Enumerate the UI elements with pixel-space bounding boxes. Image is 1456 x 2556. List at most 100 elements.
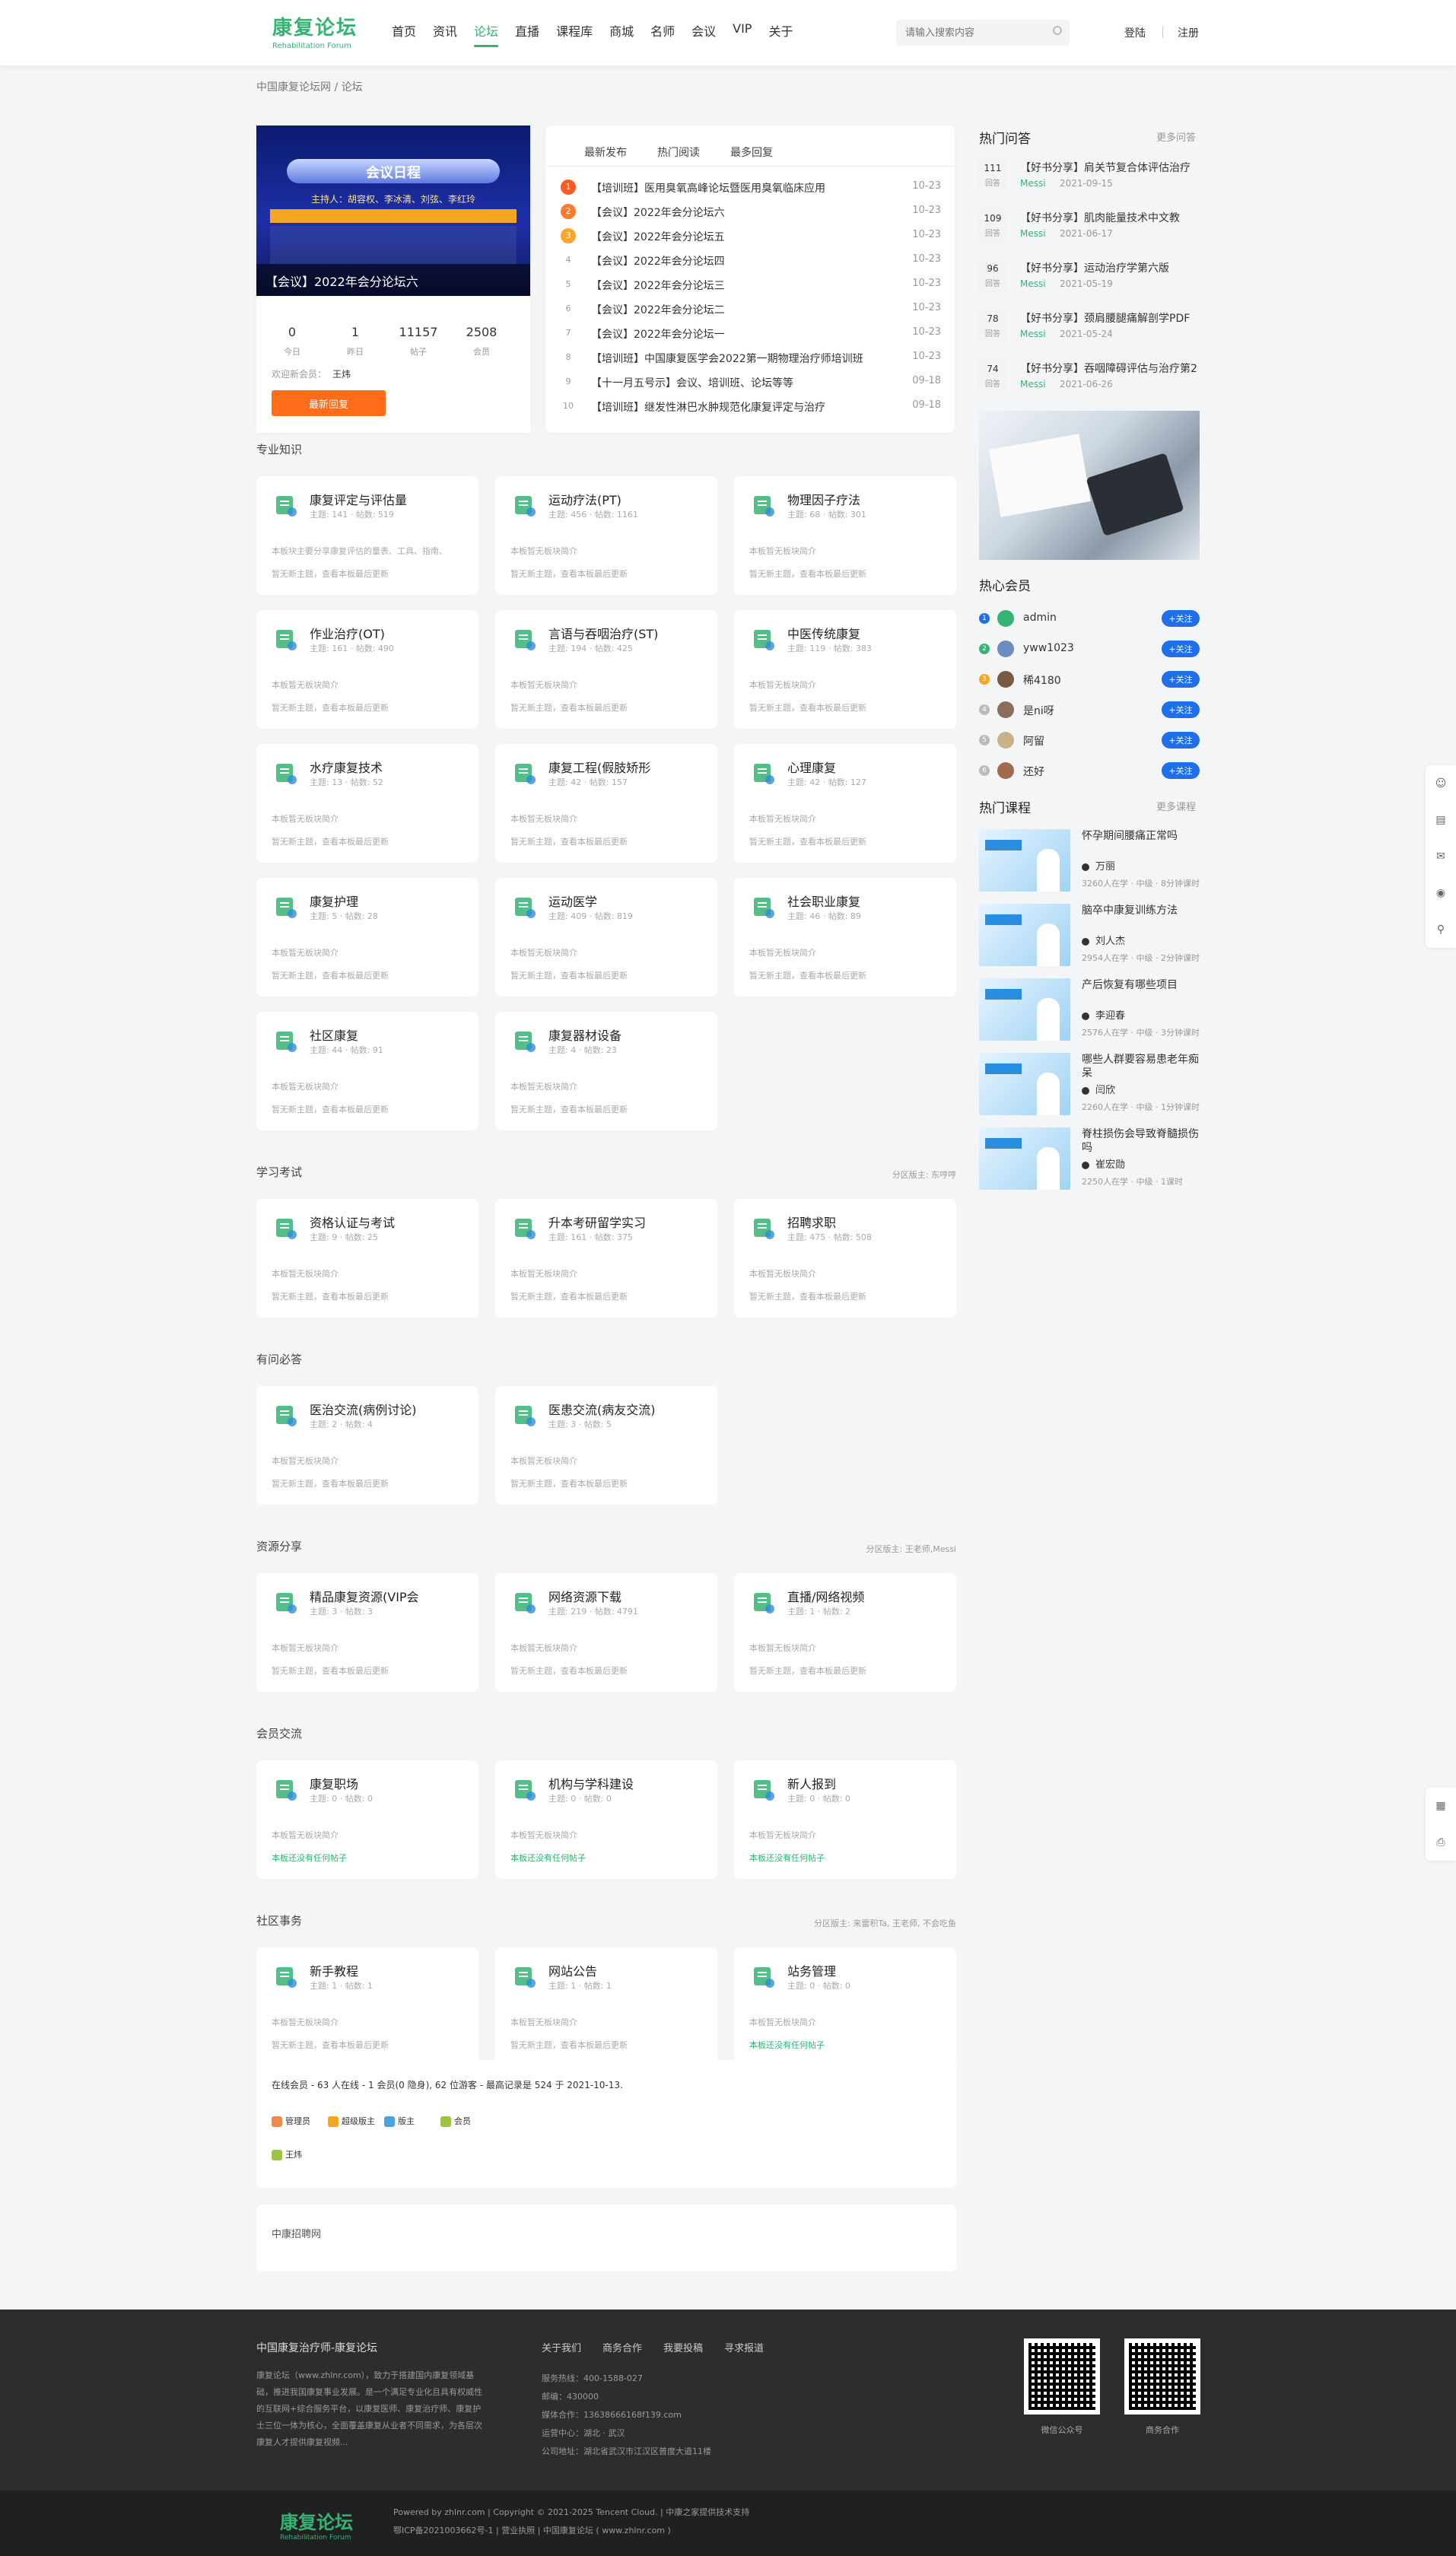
follow-button[interactable]: +关注 (1162, 610, 1200, 627)
forum-last-update[interactable]: 暂无新主题，查看本板最后更新 (510, 1103, 628, 1115)
forum-last-update[interactable]: 暂无新主题，查看本板最后更新 (510, 835, 628, 847)
online-user[interactable]: 王炜 (272, 2148, 302, 2160)
forum-last-update[interactable]: 暂无新主题，查看本板最后更新 (510, 567, 628, 580)
course-item[interactable]: 哪些人群要容易患老年痴呆 闫欣 2260人在学 · 中级 · 1分钟课时 (979, 1053, 1200, 1123)
course-title[interactable]: 脑卒中康复训练方法 (1082, 904, 1200, 917)
forum-last-update[interactable]: 暂无新主题，查看本板最后更新 (272, 701, 389, 714)
forum-card[interactable]: 社区康复 主题: 44 · 帖数: 91 本板暂无板块简介 暂无新主题，查看本板最后更… (256, 1012, 478, 1130)
tab-0[interactable]: 最新发布 (584, 145, 627, 160)
news-item[interactable]: 10 【培训班】继发性淋巴水肿规范化康复评定与治疗 09-18 (561, 396, 941, 420)
forum-card[interactable]: 康复工程(假肢矫形 主题: 42 · 帖数: 157 本板暂无板块简介 暂无新主题，查… (495, 744, 717, 863)
forum-card[interactable]: 资格认证与考试 主题: 9 · 帖数: 25 本板暂无板块简介 暂无新主题，查看本板最… (256, 1199, 478, 1318)
qa-question[interactable]: 【好书分享】肌肉能量技术中文教 (1020, 210, 1180, 225)
member-name[interactable]: admin (1023, 612, 1057, 624)
course-item[interactable]: 怀孕期间腰痛正常吗 万丽 3260人在学 · 中级 · 8分钟课时 (979, 829, 1200, 899)
course-item[interactable]: 脑卒中康复训练方法 刘人杰 2954人在学 · 中级 · 2分钟课时 (979, 904, 1200, 974)
forum-name[interactable]: 康复护理 (310, 892, 358, 910)
news-title[interactable]: 【会议】2022年会分论坛五 (591, 229, 725, 244)
news-item[interactable]: 7 【会议】2022年会分论坛一 10-23 (561, 323, 942, 347)
course-thumbnail[interactable] (979, 829, 1070, 892)
login-link[interactable]: 登陆 (1124, 25, 1146, 40)
qa-user[interactable]: Messi (1020, 228, 1046, 239)
avatar[interactable] (997, 641, 1014, 657)
forum-card[interactable]: 康复护理 主题: 5 · 帖数: 28 本板暂无板块简介 暂无新主题，查看本板最后更新 (256, 878, 478, 997)
follow-button[interactable]: +关注 (1162, 732, 1200, 749)
news-title[interactable]: 【培训班】医用臭氧高峰论坛暨医用臭氧临床应用 (591, 180, 825, 196)
course-thumbnail[interactable] (979, 904, 1070, 966)
forum-card[interactable]: 康复职场 主题: 0 · 帖数: 0 本板暂无板块简介 本板还没有任何帖子 (256, 1760, 478, 1879)
member-name[interactable]: 阿留 (1023, 733, 1044, 749)
forum-last-update[interactable]: 暂无新主题，查看本板最后更新 (510, 1477, 628, 1489)
tab-1[interactable]: 热门阅读 (657, 145, 700, 160)
qa-item[interactable]: 96 回答 【好书分享】运动治疗学第六版 Messi 2021-05-19 (979, 259, 1200, 304)
avatar[interactable] (997, 701, 1014, 718)
qa-item[interactable]: 78 回答 【好书分享】颈肩腰腿痛解剖学PDF Messi 2021-05-24 (979, 309, 1200, 354)
follow-button[interactable]: +关注 (1162, 641, 1200, 657)
forum-last-update[interactable]: 暂无新主题，查看本板最后更新 (510, 701, 628, 714)
qa-user[interactable]: Messi (1020, 379, 1046, 389)
news-title[interactable]: 【培训班】继发性淋巴水肿规范化康复评定与治疗 (591, 399, 825, 415)
forum-card[interactable]: 社会职业康复 主题: 46 · 帖数: 89 本板暂无板块简介 暂无新主题，查看本板最… (734, 878, 956, 997)
qa-question[interactable]: 【好书分享】颈肩腰腿痛解剖学PDF (1020, 310, 1190, 326)
forum-last-update[interactable]: 暂无新主题，查看本板最后更新 (272, 969, 389, 981)
news-item[interactable]: 6 【会议】2022年会分论坛二 10-23 (561, 298, 942, 323)
footer-link[interactable]: 我要投稿 (663, 2340, 703, 2354)
qrcode-icon[interactable]: ▦ (1426, 1788, 1456, 1824)
forum-name[interactable]: 运动疗法(PT) (548, 490, 622, 508)
news-item[interactable]: 9 【十一月五号示】会议、培训班、论坛等等 09-18 (561, 371, 942, 396)
forum-name[interactable]: 物理因子疗法 (787, 490, 860, 508)
news-title[interactable]: 【会议】2022年会分论坛二 (591, 302, 725, 317)
follow-button[interactable]: +关注 (1162, 701, 1200, 718)
forum-card[interactable]: 网站公告 主题: 1 · 帖数: 1 本板暂无板块简介 暂无新主题，查看本板最后更新 (495, 1947, 717, 2066)
qa-user[interactable]: Messi (1020, 178, 1046, 189)
forum-last-update[interactable]: 暂无新主题，查看本板最后更新 (510, 969, 628, 981)
forum-name[interactable]: 直播/网络视频 (787, 1587, 864, 1605)
forum-card[interactable]: 站务管理 主题: 0 · 帖数: 0 本板暂无板块简介 本板还没有任何帖子 (734, 1947, 956, 2066)
forum-name[interactable]: 社会职业康复 (787, 892, 860, 910)
forum-name[interactable]: 心理康复 (787, 758, 836, 776)
nav-item[interactable]: 直播 (515, 21, 539, 47)
footer-link[interactable]: 关于我们 (542, 2340, 581, 2354)
course-title[interactable]: 怀孕期间腰痛正常吗 (1082, 829, 1200, 843)
follow-button[interactable]: +关注 (1162, 762, 1200, 779)
forum-name[interactable]: 新人报到 (787, 1774, 836, 1792)
news-title[interactable]: 【会议】2022年会分论坛一 (591, 326, 725, 342)
qa-question[interactable]: 【好书分享】运动治疗学第六版 (1020, 260, 1169, 275)
print-icon[interactable]: ⎙ (1426, 1824, 1456, 1861)
nav-item[interactable]: 名师 (650, 21, 675, 47)
forum-card[interactable]: 新人报到 主题: 0 · 帖数: 0 本板暂无板块简介 本板还没有任何帖子 (734, 1760, 956, 1879)
nav-item[interactable]: 会议 (691, 21, 716, 47)
course-title[interactable]: 哪些人群要容易患老年痴呆 (1082, 1053, 1200, 1080)
qa-item[interactable]: 109 回答 【好书分享】肌肉能量技术中文教 Messi 2021-06-17 (979, 208, 1200, 254)
follow-button[interactable]: +关注 (1162, 671, 1200, 688)
forum-last-update[interactable]: 暂无新主题，查看本板最后更新 (749, 835, 866, 847)
forum-last-update[interactable]: 暂无新主题，查看本板最后更新 (272, 1477, 389, 1489)
qa-question[interactable]: 【好书分享】肩关节复合体评估治疗 (1020, 160, 1191, 175)
forum-last-update[interactable]: 暂无新主题，查看本板最后更新 (749, 969, 866, 981)
forum-card[interactable]: 机构与学科建设 主题: 0 · 帖数: 0 本板暂无板块简介 本板还没有任何帖子 (495, 1760, 717, 1879)
avatar[interactable] (997, 762, 1014, 779)
register-link[interactable]: 注册 (1178, 25, 1199, 40)
forum-name[interactable]: 网络资源下载 (548, 1587, 622, 1605)
member-name[interactable]: 是ni呀 (1023, 703, 1054, 718)
forum-name[interactable]: 作业治疗(OT) (310, 624, 385, 642)
forum-card[interactable]: 中医传统康复 主题: 119 · 帖数: 383 本板暂无板块简介 暂无新主题，查看本… (734, 610, 956, 729)
nav-item[interactable]: 资讯 (433, 21, 457, 47)
forum-card[interactable]: 网络资源下载 主题: 219 · 帖数: 4791 本板暂无板块简介 暂无新主题，查看… (495, 1573, 717, 1692)
footer-link[interactable]: 商务合作 (602, 2340, 642, 2354)
forum-name[interactable]: 医患交流(病友交流) (548, 1400, 656, 1418)
news-item[interactable]: 1 【培训班】医用臭氧高峰论坛暨医用臭氧临床应用 10-23 (561, 176, 941, 201)
news-title[interactable]: 【会议】2022年会分论坛三 (591, 278, 725, 293)
news-item[interactable]: 5 【会议】2022年会分论坛三 10-23 (561, 274, 942, 298)
news-item[interactable]: 4 【会议】2022年会分论坛四 10-23 (561, 250, 942, 274)
course-item[interactable]: 脊柱损伤会导致脊髓损伤吗 崔宏勋 2250人在学 · 中级 · 1课时 (979, 1127, 1200, 1197)
news-item[interactable]: 2 【会议】2022年会分论坛六 10-23 (561, 201, 941, 225)
forum-last-update[interactable]: 暂无新主题，查看本板最后更新 (749, 1290, 866, 1302)
forum-name[interactable]: 言语与吞咽治疗(ST) (548, 624, 658, 642)
forum-name[interactable]: 新手教程 (310, 1961, 358, 1979)
site-logo[interactable]: 康复论坛 Rehabilitation Forum (272, 12, 358, 50)
course-thumbnail[interactable] (979, 978, 1070, 1041)
forum-card[interactable]: 医患交流(病友交流) 主题: 3 · 帖数: 5 本板暂无板块简介 暂无新主题，查看本… (495, 1386, 717, 1505)
friend-link[interactable]: 中康招聘网 (272, 2226, 321, 2240)
news-title[interactable]: 【会议】2022年会分论坛六 (591, 205, 725, 220)
